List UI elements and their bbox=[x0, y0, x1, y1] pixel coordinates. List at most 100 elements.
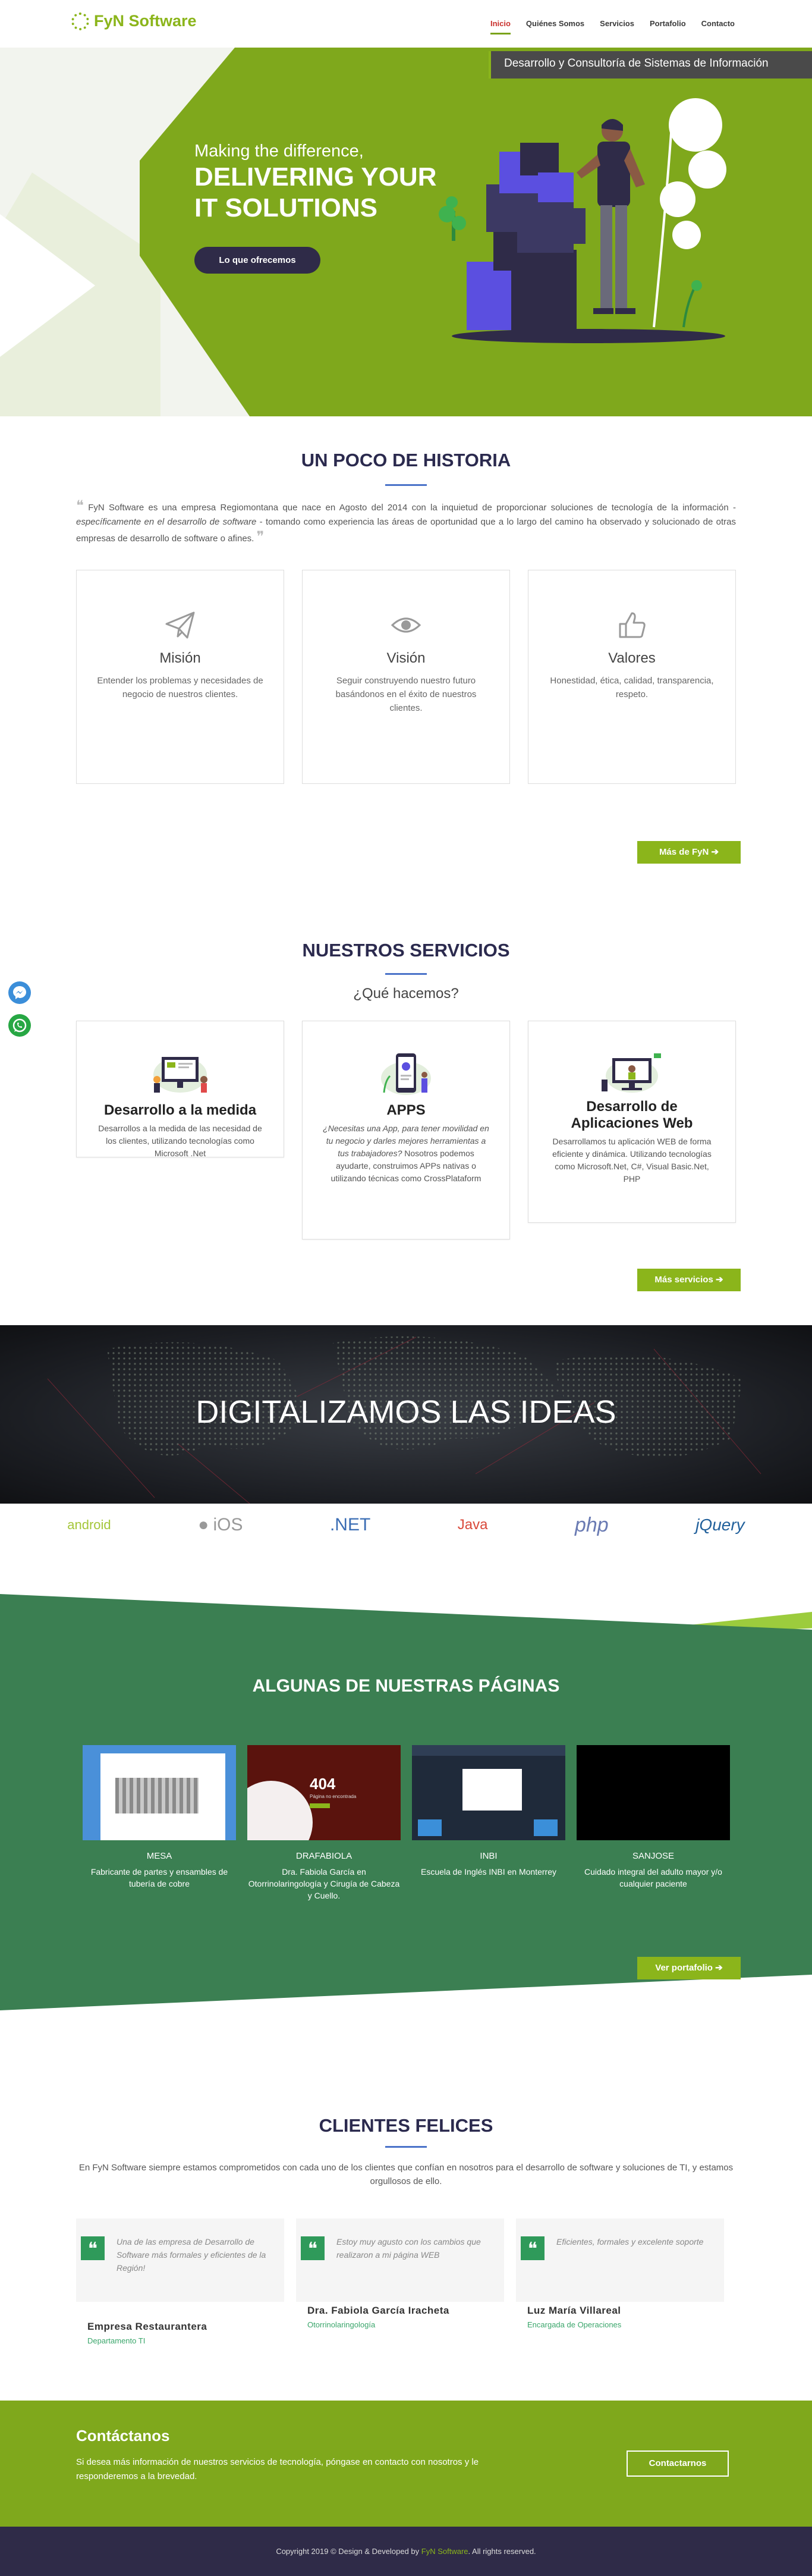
service-card-web-apps[interactable]: Desarrollo de Aplicaciones Web Desarroll… bbox=[528, 1021, 736, 1223]
portfolio-item-sanjose[interactable]: SANJOSE Cuidado integral del adulto mayo… bbox=[577, 1745, 730, 1890]
service-text: Desarrollamos tu aplicación WEB de forma… bbox=[552, 1137, 712, 1184]
hero-cta-button[interactable]: Lo que ofrecemos bbox=[194, 247, 320, 274]
nav-item-quienes-somos[interactable]: Quiénes Somos bbox=[526, 19, 584, 34]
portfolio-thumbnail bbox=[577, 1745, 730, 1840]
title-underline bbox=[385, 2146, 427, 2148]
portfolio-description: Dra. Fabiola García en Otorrinolaringolo… bbox=[248, 1867, 400, 1900]
contact-text: Si desea más información de nuestros ser… bbox=[76, 2457, 479, 2481]
card-title: Valores bbox=[608, 650, 656, 666]
arrow-right-icon: ➔ bbox=[715, 1963, 723, 1973]
copyright-text: Copyright 2019 © Design & Developed by bbox=[276, 2547, 421, 2556]
service-title: Desarrollo de Aplicaciones Web bbox=[528, 1099, 735, 1132]
card-text: Seguir construyendo nuestro futuro basán… bbox=[335, 676, 477, 713]
testimonial-author: Dra. Fabiola García Iracheta bbox=[307, 2305, 449, 2316]
hero-subtitle: Making the difference, bbox=[194, 142, 364, 161]
card-text: Honestidad, ética, calidad, transparenci… bbox=[550, 676, 714, 699]
hero-section: Desarrollo y Consultoría de Sistemas de … bbox=[0, 0, 812, 416]
digital-banner: DIGITALIZAMOS LAS IDEAS bbox=[0, 1325, 812, 1504]
portfolio-name: INBI bbox=[480, 1851, 498, 1861]
quote-icon: ❝ bbox=[81, 2236, 105, 2260]
dotnet-logo: .NET bbox=[329, 1515, 371, 1535]
services-subtitle: ¿Qué hacemos? bbox=[353, 986, 459, 1002]
portfolio-description: Escuela de Inglés INBI en Monterrey bbox=[420, 1867, 556, 1877]
portfolio-item-mesa[interactable]: MESA Fabricante de partes y ensambles de… bbox=[83, 1745, 236, 1890]
copper-pipes-image bbox=[115, 1778, 199, 1813]
android-logo: android bbox=[67, 1517, 111, 1532]
testimonial-card: ❝ Eficientes, formales y excelente sopor… bbox=[516, 2219, 724, 2302]
paper-plane-icon bbox=[165, 611, 195, 639]
error-404-subtext: Página no encontrada bbox=[310, 1794, 357, 1799]
card-title: Visión bbox=[386, 650, 426, 666]
service-text: Desarrollos a la medida de las necesidad… bbox=[98, 1124, 262, 1158]
contact-button[interactable]: Contactarnos bbox=[627, 2451, 729, 2477]
testimonial-card: ❝ Estoy muy agusto con los cambios que r… bbox=[296, 2219, 504, 2302]
logo-icon bbox=[71, 12, 89, 30]
service-text: ¿Necesitas una App, para tener movilidad… bbox=[303, 1122, 509, 1185]
technology-logos: android ● iOS .NET Java php jQuery bbox=[0, 1504, 812, 1546]
banner-title: DIGITALIZAMOS LAS IDEAS bbox=[196, 1394, 616, 1430]
portfolio-thumbnail: 404 Página no encontrada bbox=[247, 1745, 401, 1840]
portfolio-description: Fabricante de partes y ensambles de tube… bbox=[90, 1867, 228, 1888]
error-404-text: 404 bbox=[310, 1775, 336, 1793]
thumbs-up-icon bbox=[619, 612, 646, 638]
service-title: APPS bbox=[386, 1102, 426, 1118]
mobile-app-illustration-icon bbox=[381, 1053, 431, 1095]
site-footer: Copyright 2019 © Design & Developed by F… bbox=[0, 2527, 812, 2576]
portfolio-name: DRAFABIOLA bbox=[295, 1851, 353, 1861]
testimonial-card: ❝ Una de las empresa de Desarrollo de So… bbox=[76, 2219, 284, 2302]
card-title: Misión bbox=[159, 650, 201, 666]
testimonial-text: Estoy muy agusto con los cambios que rea… bbox=[336, 2237, 481, 2260]
title-underline bbox=[385, 484, 427, 486]
thumbnail-tile bbox=[534, 1819, 558, 1836]
thumbnail-tile bbox=[418, 1819, 442, 1836]
nav-item-contacto[interactable]: Contacto bbox=[701, 19, 735, 34]
quote-icon: ❝ bbox=[521, 2236, 545, 2260]
more-about-button[interactable]: Más de FyN ➔ bbox=[637, 841, 741, 864]
ios-logo-text: iOS bbox=[213, 1515, 243, 1535]
footer-brand-link[interactable]: FyN Software bbox=[421, 2547, 468, 2556]
testimonial-role: Otorrinolaringología bbox=[307, 2320, 376, 2329]
copyright-suffix: . All rights reserved. bbox=[468, 2547, 536, 2556]
portfolio-item-inbi[interactable]: INBI Escuela de Inglés INBI en Monterrey bbox=[412, 1745, 565, 1878]
clients-title: CLIENTES FELICES bbox=[319, 2115, 493, 2136]
eye-icon bbox=[391, 617, 421, 633]
nav-item-servicios[interactable]: Servicios bbox=[600, 19, 634, 34]
apple-icon: ● bbox=[198, 1515, 209, 1535]
main-nav: Inicio Quiénes Somos Servicios Portafoli… bbox=[490, 19, 735, 34]
more-services-button[interactable]: Más servicios ➔ bbox=[637, 1269, 741, 1291]
testimonial-role: Departamento TI bbox=[87, 2336, 146, 2345]
jquery-logo: jQuery bbox=[695, 1516, 745, 1534]
arrow-right-icon: ➔ bbox=[716, 1275, 723, 1285]
button-label: Más servicios bbox=[654, 1275, 713, 1285]
messenger-chat-button[interactable] bbox=[8, 981, 31, 1004]
site-logo[interactable]: FyN Software bbox=[71, 12, 197, 30]
thumbnail-button bbox=[310, 1803, 330, 1808]
portfolio-item-drafabiola[interactable]: 404 Página no encontrada DRAFABIOLA Dra.… bbox=[247, 1745, 401, 1902]
testimonial-author: Luz María Villareal bbox=[527, 2305, 621, 2316]
portfolio-thumbnail bbox=[412, 1745, 565, 1840]
ios-logo: ● iOS bbox=[198, 1515, 243, 1535]
portfolio-description: Cuidado integral del adulto mayor y/o cu… bbox=[584, 1867, 722, 1888]
portfolio-thumbnail bbox=[83, 1745, 236, 1840]
service-title: Desarrollo a la medida bbox=[103, 1102, 257, 1118]
arrow-right-icon: ➔ bbox=[711, 847, 719, 857]
whatsapp-chat-button[interactable] bbox=[8, 1014, 31, 1037]
view-portfolio-button[interactable]: Ver portafolio ➔ bbox=[637, 1957, 741, 1979]
thumbnail-modal bbox=[462, 1769, 522, 1811]
history-text-part: FyN Software es una empresa Regiomontana… bbox=[88, 503, 737, 513]
portfolio-name: MESA bbox=[146, 1851, 172, 1861]
service-card-apps[interactable]: APPS ¿Necesitas una App, para tener movi… bbox=[302, 1021, 510, 1240]
history-title: UN POCO DE HISTORIA bbox=[301, 450, 511, 470]
testimonial-role: Encargada de Operaciones bbox=[527, 2320, 622, 2329]
history-text-emphasis: específicamente en el desarrollo de soft… bbox=[76, 517, 257, 527]
nav-item-inicio[interactable]: Inicio bbox=[490, 19, 511, 34]
clients-intro: En FyN Software siempre estamos comprome… bbox=[78, 2163, 734, 2186]
contact-title: Contáctanos bbox=[76, 2427, 170, 2445]
desktop-illustration-icon bbox=[153, 1057, 207, 1093]
button-label: Ver portafolio bbox=[655, 1963, 713, 1973]
portfolio-name: SANJOSE bbox=[632, 1851, 675, 1861]
values-card: Valores Honestidad, ética, calidad, tran… bbox=[528, 570, 736, 784]
nav-item-portafolio[interactable]: Portafolio bbox=[650, 19, 686, 34]
service-card-custom-dev[interactable]: Desarrollo a la medida Desarrollos a la … bbox=[76, 1021, 284, 1158]
title-underline bbox=[385, 973, 427, 975]
